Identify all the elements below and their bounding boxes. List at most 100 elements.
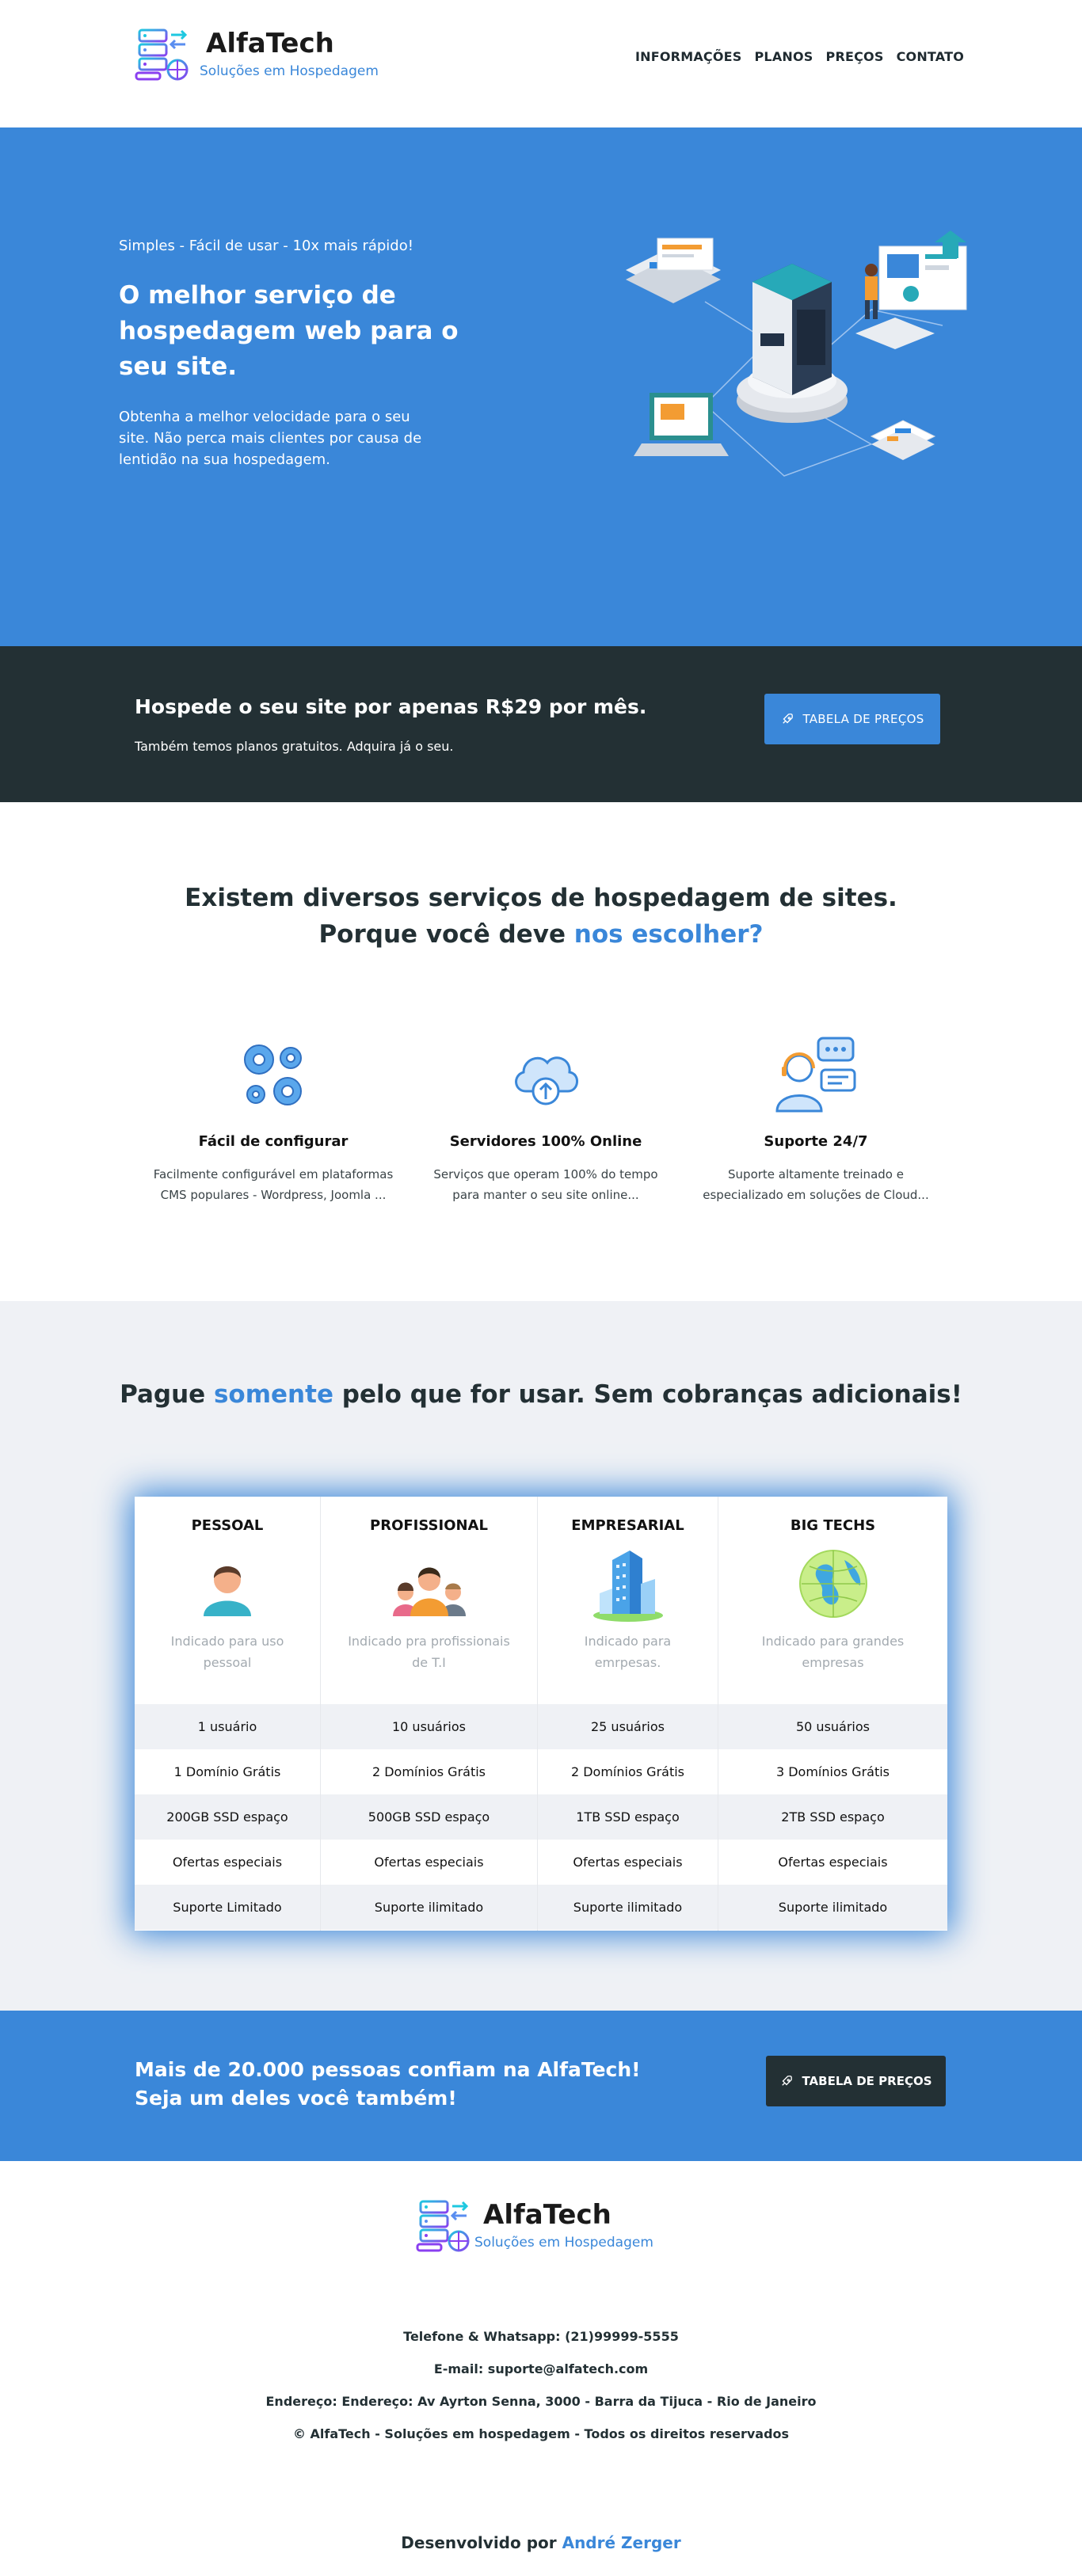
plan-feature: Ofertas especiais bbox=[374, 1855, 484, 1870]
feature-text-line2: CMS populares - Wordpress, Joomla ... bbox=[160, 1188, 387, 1202]
brand-name: AlfaTech bbox=[206, 28, 334, 59]
cloud-upload-icon bbox=[515, 1056, 578, 1105]
credit-prefix: Desenvolvido por bbox=[401, 2533, 562, 2552]
pricing-title-prefix: Pague bbox=[120, 1380, 214, 1409]
plan-description: Indicado para uso pessoal bbox=[170, 1634, 284, 1670]
server-logo-icon bbox=[416, 2200, 470, 2252]
plan-feature: 1TB SSD espaço bbox=[538, 1794, 718, 1840]
plan-column: PROFISSIONAL Indicado pra profissionais … bbox=[321, 1497, 538, 1931]
support-agent-icon bbox=[775, 1037, 856, 1113]
feature-text: Serviços que operam 100% do tempo para ma… bbox=[415, 1164, 676, 1205]
why-title-line2: Porque você deve nos escolher? bbox=[0, 916, 1082, 953]
plan-feature: Suporte ilimitado bbox=[718, 1885, 947, 1930]
cta-pricing-button-label: TABELA DE PREÇOS bbox=[802, 2074, 932, 2088]
plan-feature: Ofertas especiais bbox=[573, 1855, 683, 1870]
pricing-table: PESSOAL Indicado para uso pessoal 1 usuá… bbox=[135, 1497, 947, 1931]
promo-title: Hospede o seu site por apenas R$29 por m… bbox=[135, 695, 647, 718]
why-title-prefix: Porque você deve bbox=[318, 920, 574, 949]
plan-column: PESSOAL Indicado para uso pessoal 1 usuá… bbox=[135, 1497, 321, 1931]
hosting-illustration bbox=[626, 230, 967, 477]
plan-feature: Suporte Limitado bbox=[135, 1885, 320, 1930]
feature-text-line1: Suporte altamente treinado e bbox=[728, 1167, 904, 1181]
pricing-title-suffix: pelo que for usar. Sem cobranças adicion… bbox=[333, 1380, 962, 1409]
nav-item-contato[interactable]: CONTATO bbox=[897, 49, 964, 64]
gears-icon bbox=[244, 1044, 302, 1105]
brand-tagline: Soluções em Hospedagem bbox=[200, 63, 379, 79]
developer-credit: Desenvolvido por André Zerger bbox=[0, 2533, 1082, 2552]
nav-item-precos[interactable]: PREÇOS bbox=[826, 49, 884, 64]
nav-item-informacoes[interactable]: INFORMAÇÕES bbox=[635, 49, 742, 64]
plan-feature: 25 usuários bbox=[538, 1704, 718, 1749]
cta-banner: Mais de 20.000 pessoas confiam na AlfaTe… bbox=[0, 2011, 1082, 2161]
plan-column: BIG TECHS Indicado para grandes empresas… bbox=[718, 1497, 947, 1931]
plan-feature: Ofertas especiais bbox=[172, 1855, 283, 1870]
feature-text: Facilmente configurável em plataformas CM… bbox=[143, 1164, 404, 1205]
pricing-section: Pague somente pelo que for usar. Sem cob… bbox=[0, 1301, 1082, 2011]
plan-name: PROFISSIONAL bbox=[370, 1517, 488, 1534]
feature-text: Suporte altamente treinado e especializad… bbox=[685, 1164, 947, 1205]
globe-icon bbox=[798, 1550, 867, 1618]
person-icon bbox=[204, 1566, 251, 1616]
plan-feature: Suporte ilimitado bbox=[321, 1885, 537, 1930]
site-header: AlfaTech Soluções em Hospedagem INFORMAÇ… bbox=[0, 0, 1082, 127]
feature-text-line2: para manter o seu site online... bbox=[452, 1188, 639, 1202]
hero-text: Obtenha a melhor velocidade para o seu s… bbox=[119, 409, 422, 468]
hero-eyebrow: Simples - Fácil de usar - 10x mais rápid… bbox=[119, 238, 413, 254]
plan-feature: 10 usuários bbox=[321, 1704, 537, 1749]
plan-description: Indicado pra profissionais de T.I bbox=[348, 1634, 510, 1670]
developer-link[interactable]: André Zerger bbox=[562, 2533, 681, 2552]
pricing-title: Pague somente pelo que for usar. Sem cob… bbox=[0, 1380, 1082, 1409]
building-icon bbox=[592, 1551, 663, 1622]
feature-card: Servidores 100% Online Serviços que oper… bbox=[415, 1032, 676, 1205]
footer-brand-name: AlfaTech bbox=[483, 2199, 611, 2231]
feature-title: Servidores 100% Online bbox=[449, 1133, 642, 1150]
cta-title: Mais de 20.000 pessoas confiam na AlfaTe… bbox=[135, 2056, 641, 2113]
plan-description: Indicado para grandes empresas bbox=[761, 1634, 905, 1670]
footer-logo[interactable]: AlfaTech Soluções em Hospedagem bbox=[416, 2197, 677, 2257]
hero-section: Simples - Fácil de usar - 10x mais rápid… bbox=[0, 127, 1082, 646]
plan-name: EMPRESARIAL bbox=[571, 1517, 684, 1534]
plan-name: BIG TECHS bbox=[790, 1517, 876, 1534]
main-nav: INFORMAÇÕES PLANOS PREÇOS CONTATO bbox=[635, 49, 964, 64]
feature-card: Suporte 24/7 Suporte altamente treinado … bbox=[685, 1032, 947, 1205]
feature-card: Fácil de configurar Facilmente configurá… bbox=[143, 1032, 404, 1205]
plan-feature: 2 Domínios Grátis bbox=[570, 1764, 685, 1779]
footer-copyright: © AlfaTech - Soluções em hospedagem - To… bbox=[292, 2426, 790, 2441]
brand-logo[interactable]: AlfaTech Soluções em Hospedagem bbox=[135, 25, 388, 86]
feature-text-line1: Serviços que operam 100% do tempo bbox=[433, 1167, 658, 1181]
plan-feature: 2 Domínios Grátis bbox=[371, 1764, 486, 1779]
feature-text-line1: Facilmente configurável em plataformas bbox=[153, 1167, 394, 1181]
server-logo-icon bbox=[135, 29, 189, 81]
pricing-table-button[interactable]: TABELA DE PREÇOS bbox=[764, 694, 940, 744]
footer-email: E-mail: suporte@alfatech.com bbox=[433, 2361, 649, 2376]
team-icon bbox=[392, 1567, 466, 1616]
cta-line1: Mais de 20.000 pessoas confiam na AlfaTe… bbox=[135, 2058, 641, 2081]
feature-text-line2: especializado em soluções de Cloud... bbox=[703, 1188, 929, 1202]
promo-subtitle: Também temos planos gratuitos. Adquira j… bbox=[135, 739, 454, 754]
footer-address: Endereço: Endereço: Av Ayrton Senna, 300… bbox=[265, 2394, 817, 2409]
plan-feature: 1 Domínio Grátis bbox=[173, 1764, 281, 1779]
plan-feature: 200GB SSD espaço bbox=[135, 1794, 320, 1840]
plan-feature: 500GB SSD espaço bbox=[321, 1794, 537, 1840]
feature-title: Fácil de configurar bbox=[198, 1133, 349, 1150]
nav-item-planos[interactable]: PLANOS bbox=[755, 49, 813, 64]
plan-feature: 1 usuário bbox=[135, 1704, 320, 1749]
pricing-table-button-label: TABELA DE PREÇOS bbox=[802, 712, 924, 726]
site-footer: AlfaTech Soluções em Hospedagem Telefone… bbox=[0, 2161, 1082, 2576]
why-title-line1: Existem diversos serviços de hospedagem … bbox=[185, 884, 897, 912]
rocket-icon bbox=[782, 2076, 793, 2086]
plan-feature: 3 Domínios Grátis bbox=[775, 1764, 890, 1779]
footer-phone: Telefone & Whatsapp: (21)99999-5555 bbox=[403, 2329, 679, 2344]
promo-banner: Hospede o seu site por apenas R$29 por m… bbox=[0, 646, 1082, 802]
feature-title: Suporte 24/7 bbox=[764, 1133, 868, 1150]
rocket-icon bbox=[783, 713, 794, 724]
plan-feature: 50 usuários bbox=[718, 1704, 947, 1749]
cta-line2: Seja um deles você também! bbox=[135, 2087, 457, 2110]
plan-name: PESSOAL bbox=[191, 1517, 264, 1534]
why-title-highlight: nos escolher? bbox=[573, 920, 764, 949]
plan-feature: Suporte ilimitado bbox=[538, 1885, 718, 1930]
cta-pricing-button[interactable]: TABELA DE PREÇOS bbox=[766, 2056, 946, 2106]
why-us-section: Existem diversos serviços de hospedagem … bbox=[0, 802, 1082, 1301]
pricing-title-highlight: somente bbox=[213, 1380, 333, 1409]
plan-feature: Ofertas especiais bbox=[778, 1855, 888, 1870]
